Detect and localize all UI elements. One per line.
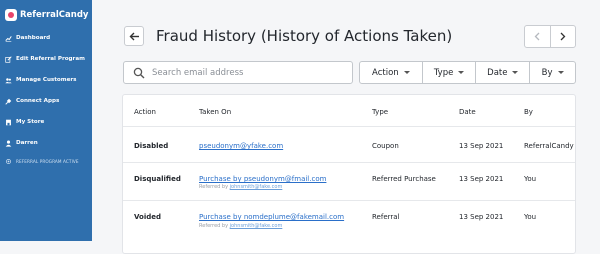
column-header-type: Type [372, 108, 389, 116]
row-taken-on-link[interactable]: Purchase by nomdeplume@fakemail.com [199, 213, 344, 221]
sidebar-item-dashboard[interactable]: Dashboard [4, 33, 50, 43]
brand-name: ReferralCandy [20, 10, 89, 20]
sidebar-item-account[interactable]: Darren [4, 138, 38, 148]
filter-label: Date [487, 67, 508, 78]
row-action: Disqualified [134, 175, 181, 183]
filter-group: Action Type Date By [359, 61, 576, 84]
row-referred-by: Referred by johnsmith@fake.com [199, 184, 282, 190]
search-box [123, 61, 353, 84]
row-type: Referred Purchase [372, 175, 436, 183]
page-title: Fraud History (History of Actions Taken) [156, 27, 453, 45]
row-type: Referral [372, 213, 400, 221]
program-status: REFERRAL PROGRAM ACTIVE [4, 156, 79, 166]
row-by: You [524, 175, 537, 183]
column-header-taken-on: Taken On [199, 108, 232, 116]
row-by: You [524, 213, 537, 221]
arrow-left-icon [129, 32, 140, 41]
referred-by-label: Referred by [199, 184, 229, 190]
store-icon [4, 118, 12, 126]
status-dot-icon [4, 157, 12, 165]
filter-label: Action [372, 67, 399, 78]
sidebar-item-label: Dashboard [16, 35, 51, 41]
row-referred-by: Referred by johnsmith@fake.com [199, 223, 282, 229]
plug-icon [4, 97, 12, 105]
user-icon [4, 139, 12, 147]
chevron-right-icon [560, 32, 566, 41]
pagination [524, 25, 576, 48]
referred-by-link[interactable]: johnsmith@fake.com [230, 223, 283, 229]
referred-by-label: Referred by [199, 223, 229, 229]
sidebar: ReferralCandy Dashboard Edit Referral Pr… [0, 0, 92, 241]
chart-line-icon [4, 34, 12, 42]
sidebar-item-label: My Store [16, 119, 45, 125]
edit-icon [4, 55, 12, 63]
filter-date-dropdown[interactable]: Date [475, 62, 529, 83]
previous-page-button[interactable] [525, 26, 550, 47]
divider [123, 200, 575, 201]
row-date: 13 Sep 2021 [459, 213, 504, 221]
back-button[interactable] [124, 26, 144, 46]
sidebar-item-my-store[interactable]: My Store [4, 117, 44, 127]
filter-label: Type [433, 67, 454, 78]
caret-down-icon [512, 71, 519, 74]
filter-action-dropdown[interactable]: Action [360, 62, 422, 83]
caret-down-icon [458, 71, 465, 74]
next-page-button[interactable] [549, 26, 576, 47]
row-date: 13 Sep 2021 [459, 142, 504, 150]
column-header-by: By [524, 108, 533, 116]
caret-down-icon [403, 71, 410, 74]
row-action: Disabled [134, 142, 169, 150]
sidebar-item-label: Connect Apps [16, 98, 60, 104]
referred-by-link[interactable]: johnsmith@fake.com [230, 184, 283, 190]
divider [123, 162, 575, 163]
row-taken-on-link[interactable]: pseudonym@yfake.com [199, 142, 283, 150]
filter-label: By [541, 67, 553, 78]
history-table [122, 94, 576, 254]
program-status-label: REFERRAL PROGRAM ACTIVE [16, 158, 79, 164]
divider [123, 126, 575, 127]
sidebar-item-label: Darren [16, 140, 38, 146]
row-action: Voided [134, 213, 162, 221]
search-input[interactable] [152, 67, 352, 78]
chevron-left-icon [534, 32, 540, 41]
row-taken-on-link[interactable]: Purchase by pseudonym@fmail.com [199, 175, 326, 183]
filter-by-dropdown[interactable]: By [529, 62, 575, 83]
sidebar-item-label: Manage Customers [16, 77, 77, 83]
row-type: Coupon [372, 142, 399, 150]
brand[interactable]: ReferralCandy [5, 8, 88, 22]
row-date: 13 Sep 2021 [459, 175, 504, 183]
sidebar-item-edit-referral-program[interactable]: Edit Referral Program [4, 54, 85, 64]
filter-type-dropdown[interactable]: Type [421, 62, 476, 83]
sidebar-item-manage-customers[interactable]: Manage Customers [4, 75, 77, 85]
sidebar-item-connect-apps[interactable]: Connect Apps [4, 96, 59, 106]
search-icon [133, 67, 145, 79]
column-header-date: Date [459, 108, 476, 116]
referralcandy-logo-icon [5, 9, 17, 21]
users-icon [4, 76, 12, 84]
column-header-action: Action [134, 108, 156, 116]
sidebar-item-label: Edit Referral Program [16, 56, 85, 62]
row-by: ReferralCandy [524, 142, 574, 150]
caret-down-icon [557, 71, 564, 74]
